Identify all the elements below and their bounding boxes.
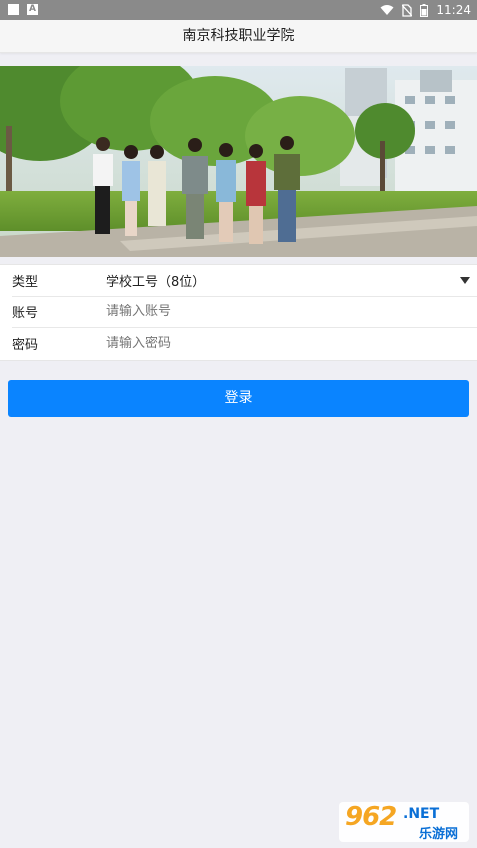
watermark-number: 962 [345, 802, 397, 832]
password-label: 密码 [12, 338, 39, 354]
password-input[interactable] [106, 336, 436, 352]
a-badge-icon: A [27, 4, 38, 15]
campus-banner-image [0, 66, 477, 257]
type-row[interactable]: 类型 学校工号（8位） [12, 265, 477, 297]
account-label: 账号 [12, 306, 39, 322]
watermark-net: .NET [403, 806, 440, 822]
status-time: 11:24 [436, 3, 471, 17]
watermark-logo: 962 .NET 乐游网 [339, 802, 469, 842]
password-row: 密码 [12, 328, 477, 360]
account-input[interactable] [106, 304, 436, 320]
battery-icon [420, 3, 429, 17]
wifi-icon [380, 5, 394, 15]
dropdown-caret-icon[interactable] [460, 277, 470, 284]
type-select[interactable]: 学校工号（8位） [106, 271, 205, 290]
square-icon [8, 4, 19, 15]
login-form: 类型 学校工号（8位） 账号 密码 [0, 264, 477, 361]
login-button[interactable]: 登录 [8, 380, 469, 417]
header-title: 南京科技职业学院 [0, 20, 477, 53]
type-label: 类型 [12, 274, 39, 290]
status-bar: A 11:24 [0, 0, 477, 20]
account-row: 账号 [12, 297, 477, 328]
no-sim-icon [402, 3, 413, 17]
watermark-name: 乐游网 [419, 827, 459, 842]
